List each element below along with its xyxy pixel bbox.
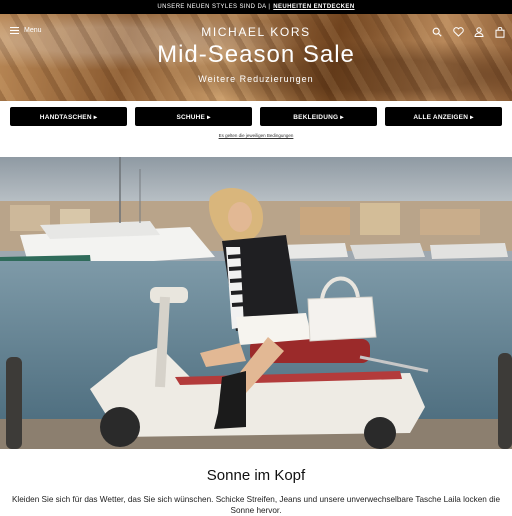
announcement-link[interactable]: NEUHEITEN ENTDECKEN xyxy=(273,4,354,10)
sale-headline: Mid-Season Sale xyxy=(157,41,355,68)
header-icons xyxy=(431,26,506,38)
campaign-photo[interactable] xyxy=(0,157,512,449)
feature-text: Kleiden Sie sich für das Wetter, das Sie… xyxy=(11,495,501,515)
account-icon[interactable] xyxy=(473,26,485,38)
announcement-bar: UNSERE NEUEN STYLES SIND DA | NEUHEITEN … xyxy=(0,0,512,14)
feature-title: Sonne im Kopf xyxy=(206,467,306,484)
category-shoes-button[interactable]: SCHUHE ▸ xyxy=(135,107,252,126)
campaign-photo-illustration xyxy=(0,157,512,449)
conditions-link[interactable]: Es gelten die jeweiligen Bedingungen xyxy=(0,133,512,138)
search-icon[interactable] xyxy=(431,26,443,38)
category-clothing-button[interactable]: BEKLEIDUNG ▸ xyxy=(260,107,377,126)
category-buttons: HANDTASCHEN ▸ SCHUHE ▸ BEKLEIDUNG ▸ ALLE… xyxy=(10,107,502,126)
announcement-text: UNSERE NEUEN STYLES SIND DA | xyxy=(157,4,271,10)
sale-subheadline: Weitere Reduzierungen xyxy=(198,74,314,84)
heart-icon[interactable] xyxy=(452,26,464,38)
hero-banner[interactable]: Menu MICHAEL KORS Mid-Season Sale Weiter… xyxy=(0,14,512,101)
category-handbags-button[interactable]: HANDTASCHEN ▸ xyxy=(10,107,127,126)
bag-icon[interactable] xyxy=(494,26,506,38)
category-view-all-button[interactable]: ALLE ANZEIGEN ▸ xyxy=(385,107,502,126)
